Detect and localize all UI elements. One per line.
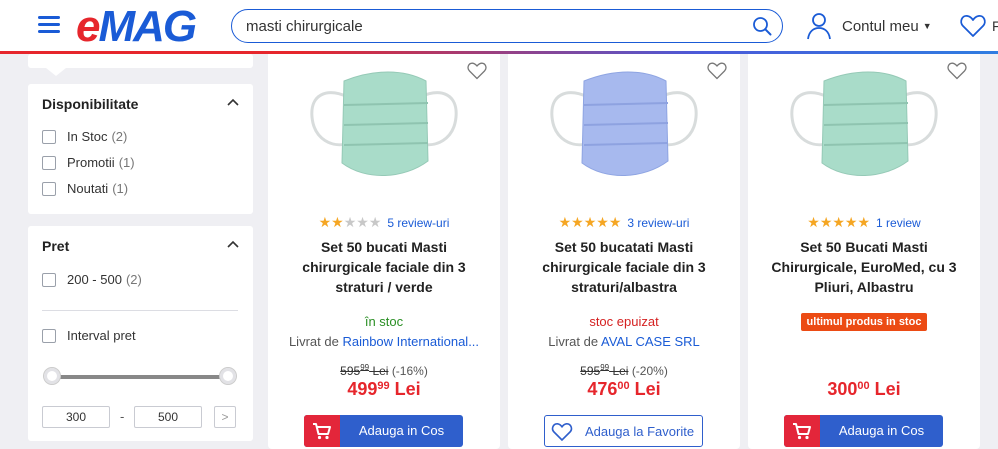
checkbox[interactable] — [42, 272, 56, 287]
product-card[interactable]: ★★★★★ 3 review-uri Set 50 bucatati Masti… — [508, 54, 740, 449]
user-icon — [807, 13, 831, 40]
search-input[interactable]: masti chirurgicale — [231, 9, 783, 43]
chevron-up-icon[interactable] — [227, 98, 239, 106]
divider — [42, 310, 238, 311]
price-range-dash: - — [120, 409, 125, 424]
heart-icon[interactable] — [707, 62, 727, 80]
filter-option-noutati[interactable]: Noutati (1) — [42, 181, 128, 196]
product-title[interactable]: Set 50 bucatati Masti chirurgicale facia… — [522, 237, 726, 297]
product-rating[interactable]: ★★★★★ 3 review-uri — [508, 214, 740, 231]
account-label: Contul meu — [842, 17, 919, 35]
rating-stars: ★★★★★ — [558, 214, 622, 230]
checkbox[interactable] — [42, 155, 56, 170]
price-max-input[interactable]: 500 — [134, 406, 202, 428]
menu-icon[interactable] — [38, 16, 60, 34]
chevron-right-icon[interactable]: > — [214, 406, 236, 428]
heart-icon[interactable] — [467, 62, 487, 80]
add-to-cart-button[interactable]: Adauga in Cos — [784, 415, 943, 447]
heart-icon — [551, 423, 573, 442]
filter-option-interval-pret[interactable]: Interval pret — [42, 328, 136, 343]
product-rating[interactable]: ★★★★★ 5 review-uri — [268, 214, 500, 231]
add-to-favorites-button[interactable]: Adauga la Favorite — [544, 415, 703, 447]
seller-link[interactable]: Rainbow International... — [342, 334, 479, 349]
price-slider-track[interactable] — [52, 375, 228, 379]
heart-icon[interactable] — [947, 62, 967, 80]
product-price: 30000 Lei — [827, 379, 901, 399]
account-menu[interactable]: Contul meu ▼ — [806, 11, 932, 41]
caret-down-icon: ▼ — [922, 21, 932, 31]
stock-status: stoc epuizat — [589, 314, 659, 329]
checkbox[interactable] — [42, 328, 56, 343]
product-image[interactable] — [544, 59, 704, 193]
checkbox[interactable] — [42, 129, 56, 144]
reviews-link[interactable]: 5 review-uri — [387, 216, 449, 230]
cart-icon — [784, 415, 820, 447]
product-card[interactable]: ★★★★★ 1 review Set 50 Bucati Masti Chiru… — [748, 54, 980, 449]
favorites-label[interactable]: F — [992, 18, 998, 34]
rating-stars: ★★★★★ — [318, 214, 382, 230]
price-slider-min-handle[interactable] — [43, 367, 61, 385]
filter-option-in-stoc[interactable]: In Stoc (2) — [42, 129, 127, 144]
seller-info: Livrat de Rainbow International... — [288, 334, 480, 349]
filter-option-200-500[interactable]: 200 - 500 (2) — [42, 272, 142, 287]
emag-logo[interactable]: eMAG — [76, 4, 197, 50]
stock-status: în stoc — [364, 314, 404, 329]
product-price: 47600 Lei — [587, 379, 661, 399]
rating-stars: ★★★★★ — [807, 214, 871, 230]
filter-price: Pret 200 - 500 (2) Interval pret 300 - 5… — [28, 226, 253, 441]
product-title[interactable]: Set 50 bucati Masti chirurgicale faciale… — [282, 237, 486, 297]
reviews-link[interactable]: 3 review-uri — [627, 216, 689, 230]
discount-percent: (-16%) — [391, 364, 428, 378]
seller-link[interactable]: AVAL CASE SRL — [601, 334, 700, 349]
last-item-badge: ultimul produs in stoc — [800, 313, 928, 331]
cart-icon — [304, 415, 340, 447]
filter-title[interactable]: Disponibilitate — [42, 96, 138, 112]
filter-availability: Disponibilitate In Stoc (2) Promotii (1)… — [28, 84, 253, 214]
product-image[interactable] — [304, 59, 464, 193]
price-slider-max-handle[interactable] — [219, 367, 237, 385]
favorites-icon[interactable] — [960, 14, 986, 38]
chevron-up-icon[interactable] — [227, 240, 239, 248]
product-image[interactable] — [784, 59, 944, 193]
old-price: 59599 Lei (-16%) — [340, 363, 428, 378]
product-card[interactable]: ★★★★★ 5 review-uri Set 50 bucati Masti c… — [268, 54, 500, 449]
search-query[interactable]: masti chirurgicale — [246, 18, 363, 35]
product-rating[interactable]: ★★★★★ 1 review — [748, 214, 980, 231]
top-header: eMAG masti chirurgicale Contul meu ▼ F — [0, 0, 998, 54]
reviews-link[interactable]: 1 review — [876, 216, 921, 230]
price-min-input[interactable]: 300 — [42, 406, 110, 428]
checkbox[interactable] — [42, 181, 56, 196]
discount-percent: (-20%) — [631, 364, 668, 378]
seller-info: Livrat de AVAL CASE SRL — [548, 334, 700, 349]
filter-option-promotii[interactable]: Promotii (1) — [42, 155, 135, 170]
filter-title[interactable]: Pret — [42, 238, 69, 254]
product-title[interactable]: Set 50 Bucati Masti Chirurgicale, EuroMe… — [762, 237, 966, 297]
filter-panel-top — [28, 54, 253, 76]
product-price: 49999 Lei — [347, 379, 421, 399]
stock-badge-wrap: ultimul produs in stoc — [748, 312, 980, 331]
search-icon[interactable] — [752, 16, 772, 36]
old-price: 59599 Lei (-20%) — [580, 363, 668, 378]
add-to-cart-button[interactable]: Adauga in Cos — [304, 415, 463, 447]
